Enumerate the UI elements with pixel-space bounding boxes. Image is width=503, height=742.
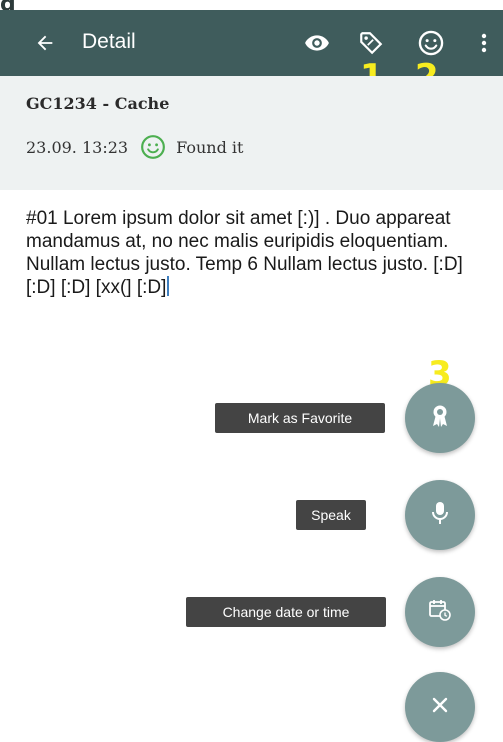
speak-button[interactable] bbox=[405, 480, 475, 550]
log-type[interactable]: Found it bbox=[176, 138, 243, 157]
close-menu-button[interactable] bbox=[405, 672, 475, 742]
change-date-button[interactable] bbox=[405, 577, 475, 647]
log-text-input[interactable]: #01 Lorem ipsum dolor sit amet [:)] . Du… bbox=[26, 207, 486, 299]
mark-favorite-label[interactable]: Mark as Favorite bbox=[215, 403, 385, 433]
top-strip: g bbox=[0, 0, 503, 17]
microphone-icon bbox=[430, 500, 450, 531]
log-info-row: 23.09. 13:23 Found it bbox=[26, 134, 243, 160]
log-date[interactable]: 23.09. 13:23 bbox=[26, 138, 128, 157]
text-cursor bbox=[167, 276, 170, 296]
cache-title: GC1234 - Cache bbox=[26, 94, 170, 113]
speak-label[interactable]: Speak bbox=[296, 500, 366, 530]
mark-favorite-button[interactable] bbox=[405, 383, 475, 453]
calendar-clock-icon bbox=[428, 598, 452, 627]
close-icon bbox=[432, 697, 448, 718]
smiley-green-icon[interactable] bbox=[140, 134, 166, 160]
more-vertical-icon[interactable] bbox=[470, 24, 498, 62]
eye-icon[interactable] bbox=[298, 24, 336, 62]
arrow-left-icon[interactable] bbox=[26, 24, 64, 62]
award-ribbon-icon bbox=[428, 403, 452, 434]
log-text-content: #01 Lorem ipsum dolor sit amet [:)] . Du… bbox=[26, 208, 463, 298]
page-title: Detail bbox=[82, 30, 136, 53]
cache-header: GC1234 - Cache 23.09. 13:23 Found it bbox=[0, 76, 503, 190]
change-date-label[interactable]: Change date or time bbox=[186, 597, 386, 627]
